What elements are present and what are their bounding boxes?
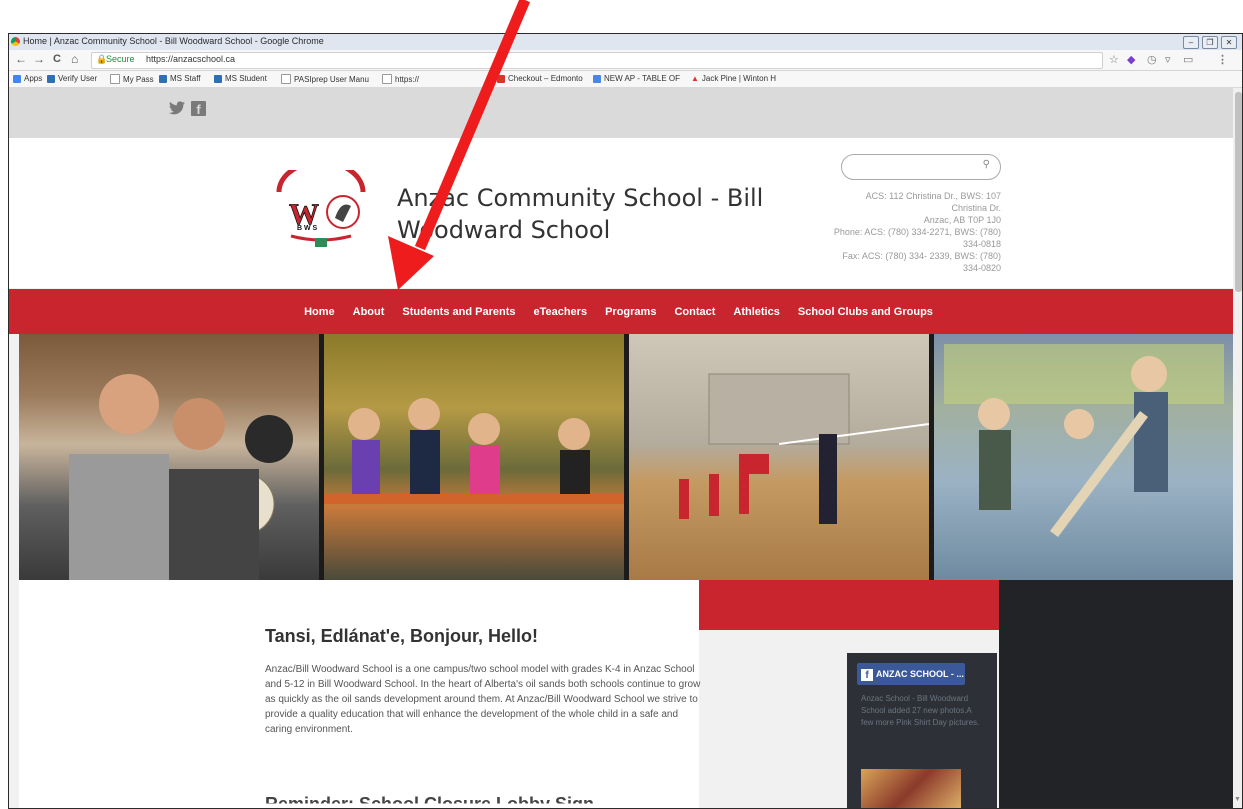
checkout-icon <box>497 74 505 83</box>
gym-volleyball-photo <box>629 334 930 580</box>
bookmark-my-pass[interactable]: My Pass <box>110 74 154 84</box>
scrollbar-thumb[interactable] <box>1235 92 1242 292</box>
forward-icon[interactable]: → <box>33 52 45 66</box>
address-line: Christina Dr. <box>951 203 1001 213</box>
close-button[interactable]: ✕ <box>1221 36 1237 49</box>
reload-icon[interactable]: C <box>53 53 61 65</box>
ms-icon <box>47 74 55 83</box>
nav-athletics[interactable]: Athletics <box>733 306 779 318</box>
contact-address: ACS: 112 Christina Dr., BWS: 107 Christi… <box>789 190 1001 274</box>
bookmark-verify-user[interactable]: Verify User <box>47 74 97 83</box>
bookmark-star-icon[interactable]: ☆ <box>1109 53 1119 66</box>
timer-extension-icon[interactable]: ◷ <box>1147 53 1157 66</box>
bookmark-ms-staff[interactable]: MS Staff <box>159 74 201 83</box>
girls-on-rail-photo <box>324 334 624 580</box>
cast-extension-icon[interactable]: ▭ <box>1183 53 1193 66</box>
address-line: 334-0820 <box>962 263 1001 273</box>
facebook-icon[interactable]: f <box>191 101 206 117</box>
nav-about[interactable]: About <box>353 306 385 318</box>
site-header: W B W S Anzac Community School - Bill Wo… <box>9 138 1242 288</box>
students-volleyball-photo <box>19 334 319 580</box>
twitter-icon[interactable] <box>169 100 185 120</box>
apps-grid-icon <box>13 74 21 83</box>
main-nav: Home About Students and Parents eTeacher… <box>9 289 1242 334</box>
classroom-building-photo <box>934 334 1234 580</box>
nav-eteachers[interactable]: eTeachers <box>533 306 587 318</box>
facebook-page-button[interactable]: f ANZAC SCHOOL - ... <box>857 663 965 685</box>
bookmarks-bar: Apps Verify User My Pass MS Staff MS Stu… <box>9 71 1242 88</box>
page-scrollbar[interactable]: ▼ <box>1233 88 1242 808</box>
address-line: Phone: ACS: (780) 334-2271, BWS: (780) <box>833 227 1001 237</box>
dark-side-panel <box>999 580 1242 808</box>
bookmark-new-ap-table[interactable]: NEW AP - TABLE OF <box>593 74 680 83</box>
address-line: Anzac, AB T0P 1J0 <box>923 215 1001 225</box>
search-icon[interactable]: ⚲ <box>983 159 990 170</box>
content-area: f ANZAC SCHOOL - ... Anzac School - Bill … <box>9 580 1242 808</box>
address-line: 334-0818 <box>962 239 1001 249</box>
page-icon <box>382 74 392 84</box>
address-line: ACS: 112 Christina Dr., BWS: 107 <box>865 191 1001 201</box>
svg-text:B W S: B W S <box>297 225 318 232</box>
welcome-heading: Tansi, Edlánat'e, Bonjour, Hello! <box>265 626 538 646</box>
facebook-post-photo[interactable] <box>861 769 961 808</box>
bookmark-https[interactable]: https:// <box>382 74 419 84</box>
nav-home[interactable]: Home <box>304 306 335 318</box>
photo-banner <box>19 334 1234 580</box>
bookmark-ms-student[interactable]: MS Student <box>214 74 267 83</box>
school-logo[interactable]: W B W S <box>271 159 371 250</box>
address-toolbar: ← → C ⌂ 🔒 Secure https://anzacschool.ca … <box>9 50 1242 71</box>
doc-icon <box>593 74 601 83</box>
bookmark-jack-pine[interactable]: ▲ Jack Pine | Winton H <box>691 74 776 83</box>
extension-icon[interactable]: ◆ <box>1127 53 1135 66</box>
scroll-down-arrow-icon[interactable]: ▼ <box>1234 796 1241 803</box>
bookmark-checkout-edmonton[interactable]: Checkout – Edmonto <box>497 74 583 83</box>
title-bar: Home | Anzac Community School - Bill Woo… <box>9 34 1242 51</box>
bookmark-pasiprep[interactable]: PASIprep User Manu <box>281 74 369 84</box>
secure-label: Secure <box>106 54 135 64</box>
pocket-extension-icon[interactable]: ▿ <box>1165 53 1171 66</box>
facebook-icon: f <box>861 668 873 681</box>
url-text[interactable]: https://anzacschool.ca <box>146 54 235 64</box>
bookmark-apps[interactable]: Apps <box>13 74 42 83</box>
facebook-widget: f ANZAC SCHOOL - ... Anzac School - Bill … <box>847 653 997 808</box>
nav-programs[interactable]: Programs <box>605 306 656 318</box>
page-icon <box>281 74 291 84</box>
ms-icon <box>159 74 167 83</box>
back-icon[interactable]: ← <box>15 52 27 66</box>
url-bar[interactable]: 🔒 Secure https://anzacschool.ca <box>91 52 1103 69</box>
facebook-post-text[interactable]: Anzac School - Bill Woodward School adde… <box>861 693 985 729</box>
nav-students-and-parents[interactable]: Students and Parents <box>402 306 515 318</box>
window-title: Home | Anzac Community School - Bill Woo… <box>23 36 324 46</box>
minimize-button[interactable]: – <box>1183 36 1199 49</box>
browser-window: Home | Anzac Community School - Bill Woo… <box>8 33 1243 809</box>
ms-icon <box>214 74 222 83</box>
site-title[interactable]: Anzac Community School - Bill Woodward S… <box>397 182 797 246</box>
nav-contact[interactable]: Contact <box>674 306 715 318</box>
chrome-menu-icon[interactable]: ⋮ <box>1217 53 1228 66</box>
address-line: Fax: ACS: (780) 334- 2339, BWS: (780) <box>842 251 1001 261</box>
search-input[interactable]: ⚲ <box>841 154 1001 180</box>
page-icon <box>110 74 120 84</box>
web-page: f W B W S Anzac Community School - Bill … <box>9 88 1242 808</box>
maximize-button[interactable]: ❐ <box>1202 36 1218 49</box>
nav-school-clubs-and-groups[interactable]: School Clubs and Groups <box>798 306 933 318</box>
sidebar-red-banner <box>699 580 999 630</box>
pine-icon: ▲ <box>691 74 699 83</box>
chrome-logo-icon <box>11 37 20 46</box>
welcome-paragraph: Anzac/Bill Woodward School is a one camp… <box>265 664 701 735</box>
social-bar: f <box>9 88 1242 138</box>
home-icon[interactable]: ⌂ <box>71 52 78 66</box>
